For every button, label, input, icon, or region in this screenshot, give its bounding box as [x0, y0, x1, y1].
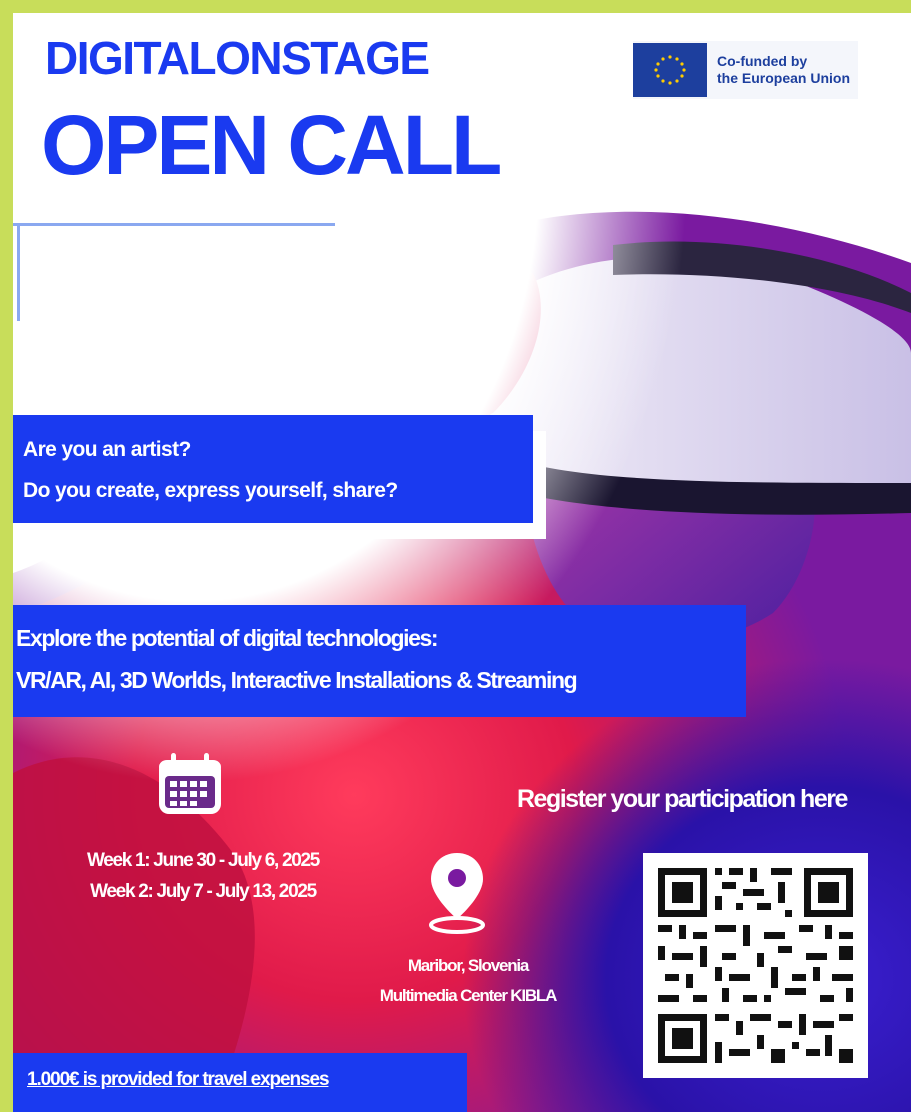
map-pin-icon: [429, 853, 485, 934]
calendar-icon: [159, 753, 221, 814]
poster: DIGITALONSTAGE OPEN CALL Co-funded by th…: [13, 13, 911, 1112]
eu-funding-line2: the European Union: [717, 70, 850, 86]
technologies-intro: Explore the potential of digital technol…: [16, 625, 439, 651]
eu-funding-badge: Co-funded by the European Union: [633, 41, 858, 99]
travel-expenses-box: 1.000€ is provided for travel expenses: [13, 1053, 467, 1112]
location-city: Maribor, Slovenia: [407, 956, 530, 975]
eu-flag-icon: [633, 43, 707, 97]
schedule-week2: Week 2: July 7 - July 13, 2025: [90, 881, 317, 902]
program-name: DIGITALONSTAGE: [45, 32, 430, 84]
qr-code-icon[interactable]: [643, 853, 868, 1078]
question-artist: Are you an artist?: [23, 438, 191, 461]
event-location: Maribor, Slovenia Multimedia Center KIBL…: [323, 951, 613, 1011]
travel-expenses-link[interactable]: 1.000€ is provided for travel expenses: [27, 1069, 330, 1091]
question-create: Do you create, express yourself, share?: [23, 479, 398, 502]
title-divider-horizontal: [13, 223, 335, 226]
technologies-box: Explore the potential of digital technol…: [13, 605, 746, 717]
location-venue: Multimedia Center KIBLA: [379, 986, 558, 1005]
schedule-dates: Week 1: June 30 - July 6, 2025 Week 2: J…: [33, 845, 373, 907]
eu-funding-line1: Co-funded by: [717, 53, 808, 69]
question-box: Are you an artist? Do you create, expres…: [13, 415, 533, 523]
open-call-title: OPEN CALL: [41, 98, 502, 192]
schedule-week1: Week 1: June 30 - July 6, 2025: [86, 850, 320, 871]
register-label: Register your participation here: [517, 785, 848, 813]
title-divider-vertical: [17, 225, 20, 321]
technologies-list: VR/AR, AI, 3D Worlds, Interactive Instal…: [16, 667, 578, 693]
